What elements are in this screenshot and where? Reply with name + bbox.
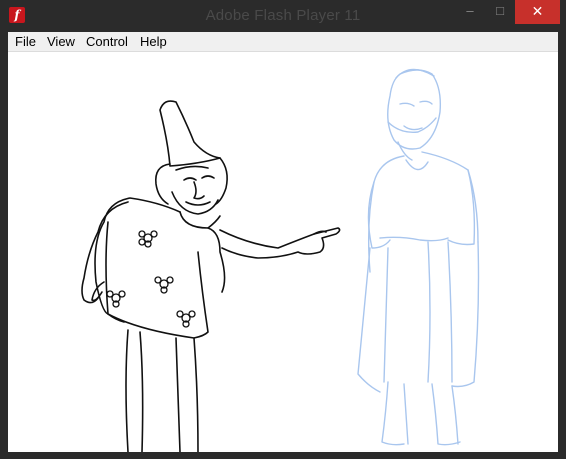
sketch-character	[357, 68, 480, 446]
close-icon[interactable]: ✕	[515, 0, 560, 24]
window-border-bottom	[0, 452, 566, 459]
menu-view[interactable]: View	[47, 34, 75, 49]
flash-player-window: f Adobe Flash Player 11 – □ ✕ File View …	[0, 0, 566, 459]
menu-help[interactable]: Help	[140, 34, 167, 49]
menu-file[interactable]: File	[15, 34, 36, 49]
menu-bar: File View Control Help	[8, 32, 558, 52]
flash-stage[interactable]	[8, 52, 558, 452]
minimize-icon[interactable]: –	[455, 0, 485, 24]
title-bar[interactable]: f Adobe Flash Player 11 – □ ✕	[0, 0, 566, 32]
menu-control[interactable]: Control	[86, 34, 128, 49]
animation-frame	[81, 68, 480, 452]
gnome-character	[81, 100, 341, 452]
maximize-icon[interactable]: □	[485, 0, 515, 24]
